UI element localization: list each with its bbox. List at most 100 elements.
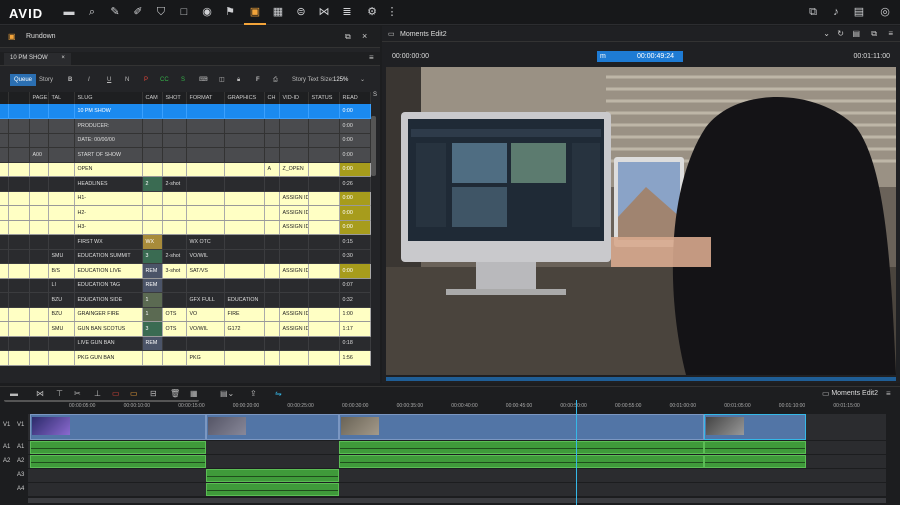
s-icon[interactable]: S [181, 74, 185, 86]
cell-tal[interactable] [48, 147, 75, 163]
cell-tal[interactable]: BZU [48, 307, 75, 322]
table-row[interactable]: H1- ASSIGN ID 0:00 [0, 191, 371, 206]
cell-status[interactable] [308, 249, 340, 264]
audio-clip[interactable] [206, 483, 339, 496]
video-clip[interactable] [206, 414, 339, 440]
cell-status[interactable] [308, 147, 340, 163]
cell-ch[interactable] [264, 133, 280, 148]
cell-cam[interactable]: 3 [142, 321, 163, 337]
more-icon[interactable]: ⋮ [385, 5, 399, 19]
cell-ch[interactable] [264, 278, 280, 293]
cell-graphics[interactable] [224, 220, 265, 235]
menu-icon[interactable]: ≡ [888, 29, 893, 38]
table-row[interactable]: H2- ASSIGN ID 0:00 [0, 205, 371, 221]
cell-page[interactable] [29, 176, 49, 192]
cell-cam[interactable]: 1 [142, 307, 163, 322]
table-row[interactable]: FIRST WX WX WX OTC 0:15 [0, 234, 371, 250]
table-row[interactable]: LIVE GUN BAN REM 0:18 [0, 336, 371, 351]
cell-slug[interactable]: HEADLINES [74, 176, 143, 192]
cell-vid[interactable]: ASSIGN ID [279, 321, 309, 337]
cell-format[interactable]: SAT/VS [186, 263, 225, 279]
video-clip[interactable] [339, 414, 704, 440]
cell-graphics[interactable] [224, 350, 265, 366]
compose-icon[interactable]: ✐ [131, 5, 145, 19]
cell-vid[interactable] [279, 278, 309, 293]
cell-tal[interactable]: LI [48, 278, 75, 293]
trash-icon[interactable]: 🗑︎ [170, 389, 180, 398]
cell-cam[interactable] [142, 147, 163, 163]
col-ch[interactable]: CH [264, 92, 280, 104]
cc-icon[interactable]: CC [160, 74, 169, 86]
cell-read[interactable]: 0:18 [339, 336, 371, 351]
cell-format[interactable] [186, 104, 225, 119]
cell-graphics[interactable] [224, 191, 265, 206]
cell-read[interactable]: 0:00 [339, 147, 371, 163]
cell-read[interactable]: 0:00 [339, 118, 371, 134]
cell-shot[interactable] [162, 147, 187, 163]
cell-format[interactable] [186, 205, 225, 221]
table-row[interactable]: BZU GRAINGER FIRE 1 OTS VO FIRE ASSIGN ID 1:00 [0, 307, 371, 322]
cell-page[interactable] [29, 220, 49, 235]
cell-page[interactable] [29, 133, 49, 148]
cell-cam[interactable]: REM [142, 263, 163, 279]
cell-format[interactable] [186, 118, 225, 134]
cell-shot[interactable] [162, 191, 187, 206]
cell-read[interactable]: 0:15 [339, 234, 371, 250]
grid-icon[interactable]: ▦ [190, 389, 198, 398]
audio-clip[interactable] [339, 455, 704, 468]
cell-status[interactable] [308, 263, 340, 279]
cell-graphics[interactable] [224, 278, 265, 293]
queue-button[interactable]: Queue [10, 74, 37, 86]
cell-graphics[interactable] [224, 104, 265, 119]
cell-slug[interactable]: EDUCATION SIDE [74, 292, 143, 308]
cell-cam[interactable] [142, 133, 163, 148]
cell-format[interactable] [186, 176, 225, 192]
cell-shot[interactable] [162, 350, 187, 366]
cell-cam[interactable]: WX [142, 234, 163, 250]
cell-status[interactable] [308, 336, 340, 351]
cell-cam[interactable] [142, 118, 163, 134]
cell-tal[interactable] [48, 162, 75, 177]
cell-shot[interactable] [162, 205, 187, 221]
cell-page[interactable] [29, 307, 49, 322]
cell-tal[interactable] [48, 205, 75, 221]
current-timecode[interactable]: m 00:00:49:24 [597, 51, 683, 62]
col-tal[interactable]: TAL [48, 92, 75, 104]
layout-icon[interactable]: ⧉ [806, 5, 820, 19]
col-read[interactable]: READ [339, 92, 371, 104]
cell-read[interactable]: 0:00 [339, 191, 371, 206]
cell-ch[interactable] [264, 205, 280, 221]
overwrite-icon[interactable]: ⊤ [56, 389, 63, 398]
video-frame[interactable] [386, 67, 896, 375]
cell-graphics[interactable] [224, 162, 265, 177]
close-icon[interactable]: × [61, 55, 65, 61]
cell-vid[interactable]: ASSIGN ID [279, 191, 309, 206]
timeline-ruler[interactable]: 00:00:05:00 00:00:10:00 00:00:15:00 00:00:2… [28, 402, 900, 412]
cell-cam[interactable] [142, 350, 163, 366]
cell-cam[interactable]: 3 [142, 249, 163, 264]
cell-vid[interactable]: Z_OPEN [279, 162, 309, 177]
table-row[interactable]: SMU GUN BAN SCOTUS 3 OTS VO/WIL G172 ASSIGN ID… [0, 321, 371, 337]
refresh-icon[interactable]: ↻ [837, 29, 844, 38]
cell-ch[interactable] [264, 191, 280, 206]
cell-slug[interactable]: PRODUCER: [74, 118, 143, 134]
bookmark-icon[interactable]: ⚑ [223, 5, 237, 19]
link-icon[interactable]: ⧉ [871, 29, 877, 39]
video-clip[interactable] [30, 414, 206, 440]
cell-slug[interactable]: H1- [74, 191, 143, 206]
cell-ch[interactable] [264, 263, 280, 279]
cell-status[interactable] [308, 292, 340, 308]
cell-format[interactable] [186, 278, 225, 293]
cell-slug[interactable]: H2- [74, 205, 143, 221]
cell-format[interactable] [186, 147, 225, 163]
splice-icon[interactable]: ⋈ [36, 389, 44, 398]
cell-status[interactable] [308, 205, 340, 221]
cell-slug[interactable]: H3- [74, 220, 143, 235]
display-icon[interactable]: ▤ [852, 29, 860, 38]
cell-status[interactable] [308, 104, 340, 119]
table-row[interactable]: 10 PM SHOW 0:00 [0, 104, 371, 119]
cell-status[interactable] [308, 176, 340, 192]
col-page[interactable]: PAGE [29, 92, 49, 104]
cell-slug[interactable]: OPEN [74, 162, 143, 177]
edit-icon[interactable]: ✎ [108, 5, 122, 19]
